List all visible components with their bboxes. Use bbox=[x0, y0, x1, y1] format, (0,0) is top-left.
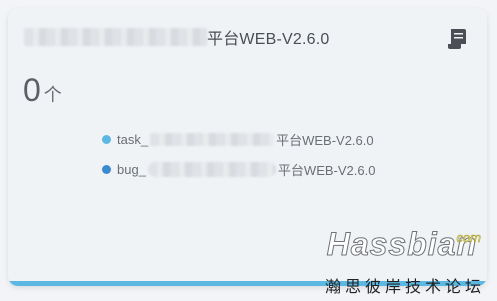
legend-item-bug[interactable]: bug_ 平台WEB-V2.6.0 bbox=[102, 159, 375, 179]
count-display: 0 个 bbox=[23, 72, 62, 109]
watermark-name: Hassbian bbox=[326, 226, 477, 263]
legend-suffix: 平台WEB-V2.6.0 bbox=[277, 162, 376, 178]
document-scroll-icon[interactable] bbox=[447, 28, 467, 50]
legend-prefix: task_ bbox=[117, 131, 149, 147]
watermark-logo: com Hassbian bbox=[326, 226, 481, 263]
redacted-legend-text bbox=[150, 132, 275, 146]
count-unit: 个 bbox=[43, 85, 62, 105]
legend-dot-icon bbox=[102, 134, 111, 144]
card-title: 平台WEB-V2.6.0 bbox=[207, 31, 330, 48]
legend-item-task[interactable]: task_ 平台WEB-V2.6.0 bbox=[102, 129, 375, 149]
watermark-com: com bbox=[456, 230, 481, 246]
redacted-legend-text bbox=[147, 161, 276, 177]
legend-prefix: bug_ bbox=[117, 161, 146, 177]
count-value: 0 bbox=[23, 72, 41, 108]
legend-dot-icon bbox=[102, 164, 111, 174]
legend-suffix: 平台WEB-V2.6.0 bbox=[276, 132, 374, 148]
redacted-title-prefix bbox=[24, 28, 207, 46]
legend: task_ 平台WEB-V2.6.0 bug_ 平台WEB-V2.6.0 bbox=[102, 129, 375, 189]
watermark-subtitle: 瀚思彼岸技术论坛 bbox=[325, 279, 486, 296]
card-header: 平台WEB-V2.6.0 bbox=[24, 27, 330, 48]
